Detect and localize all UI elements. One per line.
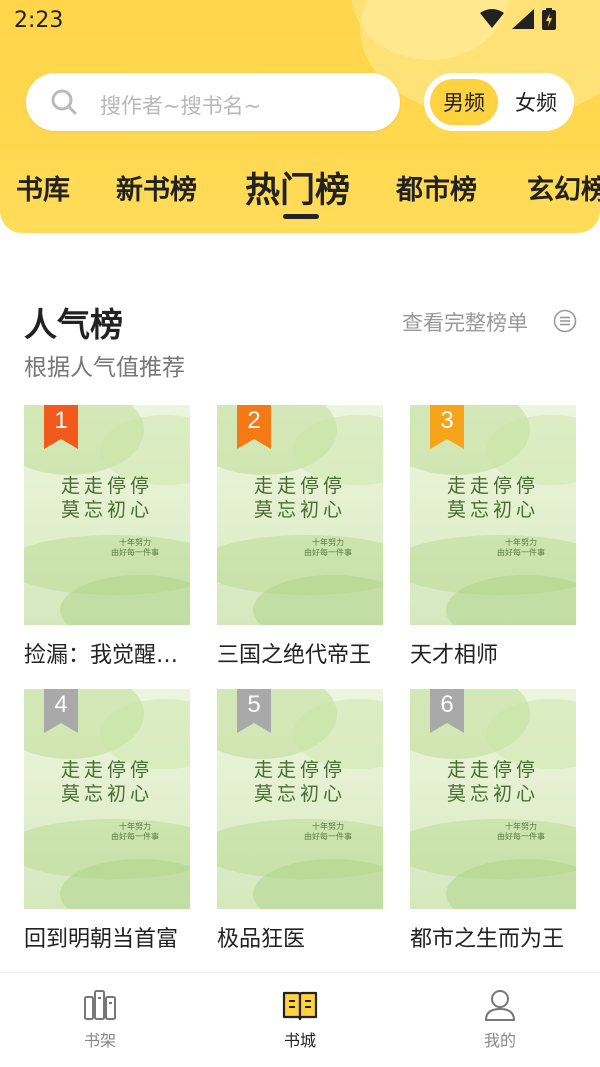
nav-label: 书架 bbox=[83, 1031, 116, 1050]
book-card[interactable]: 走走停停 莫忘初心 十年努力 由好每一件事 4 回到明朝当首富 bbox=[24, 689, 190, 952]
cover-title-line: 走走停停 bbox=[446, 475, 539, 497]
rank-number: 2 bbox=[247, 407, 261, 434]
gender-female-option[interactable]: 女频 bbox=[504, 79, 568, 125]
view-full-list-link[interactable]: 查看完整榜单 bbox=[402, 307, 528, 337]
book-cover[interactable]: 走走停停 莫忘初心 十年努力 由好每一件事 1 bbox=[24, 405, 190, 625]
tab-hot[interactable]: 热门榜 bbox=[245, 162, 350, 213]
gender-male-option[interactable]: 男频 bbox=[430, 79, 498, 125]
cover-title-line: 走走停停 bbox=[253, 475, 346, 497]
person-icon bbox=[485, 990, 515, 1021]
search-input[interactable]: 搜作者~搜书名~ bbox=[26, 73, 400, 131]
rank-number: 4 bbox=[54, 691, 68, 718]
cover-title-line: 走走停停 bbox=[60, 759, 153, 781]
book-title[interactable]: 捡漏：我觉醒… bbox=[24, 637, 194, 669]
cover-title-line: 走走停停 bbox=[446, 759, 539, 781]
cover-title-line: 走走停停 bbox=[60, 475, 153, 497]
cover-caption: 由好每一件事 bbox=[304, 832, 352, 841]
cover-caption: 由好每一件事 bbox=[497, 548, 545, 557]
cover-caption: 由好每一件事 bbox=[111, 548, 159, 557]
active-tab-indicator bbox=[283, 214, 319, 219]
header: 2:23 搜作者~搜书名~ 男频 女频 书库 新书榜 热门榜 都市榜 玄幻榜 bbox=[0, 0, 600, 233]
book-cover[interactable]: 走走停停 莫忘初心 十年努力 由好每一件事 4 bbox=[24, 689, 190, 909]
book-card[interactable]: 走走停停 莫忘初心 十年努力 由好每一件事 2 三国之绝代帝王 bbox=[217, 405, 383, 668]
search-icon bbox=[51, 89, 77, 115]
book-title[interactable]: 极品狂医 bbox=[217, 921, 387, 953]
cover-caption: 由好每一件事 bbox=[304, 548, 352, 557]
wifi-icon bbox=[480, 9, 504, 28]
battery-icon bbox=[542, 8, 556, 30]
search-placeholder: 搜作者~搜书名~ bbox=[100, 94, 262, 118]
gender-toggle: 男频 女频 bbox=[424, 73, 574, 131]
tab-new-books[interactable]: 新书榜 bbox=[116, 168, 197, 207]
rank-number: 5 bbox=[247, 691, 261, 718]
book-title[interactable]: 回到明朝当首富 bbox=[24, 921, 194, 953]
book-title[interactable]: 天才相师 bbox=[410, 637, 580, 669]
category-tabs: 书库 新书榜 热门榜 都市榜 玄幻榜 bbox=[0, 160, 600, 220]
cover-title-line: 莫忘初心 bbox=[253, 499, 346, 521]
nav-label: 我的 bbox=[483, 1031, 516, 1050]
book-card[interactable]: 走走停停 莫忘初心 十年努力 由好每一件事 3 天才相师 bbox=[410, 405, 576, 668]
book-card[interactable]: 走走停停 莫忘初心 十年努力 由好每一件事 5 极品狂医 bbox=[217, 689, 383, 952]
cover-title-line: 莫忘初心 bbox=[60, 499, 153, 521]
cover-title-line: 走走停停 bbox=[253, 759, 346, 781]
book-card[interactable]: 走走停停 莫忘初心 十年努力 由好每一件事 1 捡漏：我觉醒… bbox=[24, 405, 190, 668]
open-book-icon bbox=[282, 991, 318, 1021]
book-title[interactable]: 三国之绝代帝王 bbox=[217, 637, 387, 669]
cover-title-line: 莫忘初心 bbox=[253, 783, 346, 805]
nav-bookstore[interactable]: 书城 bbox=[250, 989, 350, 1051]
tab-fantasy[interactable]: 玄幻榜 bbox=[527, 168, 600, 207]
nav-label: 书城 bbox=[283, 1031, 316, 1050]
book-cover[interactable]: 走走停停 莫忘初心 十年努力 由好每一件事 5 bbox=[217, 689, 383, 909]
bookshelf-icon bbox=[84, 990, 116, 1020]
cover-caption: 由好每一件事 bbox=[497, 832, 545, 841]
book-title[interactable]: 都市之生而为王 bbox=[410, 921, 580, 953]
nav-bookshelf[interactable]: 书架 bbox=[50, 989, 150, 1051]
book-cover[interactable]: 走走停停 莫忘初心 十年努力 由好每一件事 6 bbox=[410, 689, 576, 909]
nav-profile[interactable]: 我的 bbox=[450, 989, 550, 1051]
cover-title-line: 莫忘初心 bbox=[446, 783, 539, 805]
section-subtitle: 根据人气值推荐 bbox=[24, 355, 185, 381]
cover-title-line: 莫忘初心 bbox=[60, 783, 153, 805]
cover-title-line: 莫忘初心 bbox=[446, 499, 539, 521]
book-cover[interactable]: 走走停停 莫忘初心 十年努力 由好每一件事 3 bbox=[410, 405, 576, 625]
rank-number: 3 bbox=[440, 407, 454, 434]
rank-number: 1 bbox=[54, 407, 68, 434]
status-bar: 2:23 bbox=[0, 0, 600, 40]
rank-number: 6 bbox=[440, 691, 454, 718]
tab-library[interactable]: 书库 bbox=[16, 168, 70, 207]
status-time: 2:23 bbox=[14, 8, 64, 33]
status-icons bbox=[480, 8, 556, 30]
cover-caption: 由好每一件事 bbox=[111, 832, 159, 841]
book-cover[interactable]: 走走停停 莫忘初心 十年努力 由好每一件事 2 bbox=[217, 405, 383, 625]
tab-urban[interactable]: 都市榜 bbox=[396, 168, 477, 207]
book-card[interactable]: 走走停停 莫忘初心 十年努力 由好每一件事 6 都市之生而为王 bbox=[410, 689, 576, 952]
section-title: 人气榜 bbox=[24, 305, 123, 344]
signal-icon bbox=[512, 9, 534, 29]
bottom-nav: 书架 书城 我的 bbox=[0, 972, 600, 1067]
list-icon[interactable] bbox=[553, 309, 577, 333]
